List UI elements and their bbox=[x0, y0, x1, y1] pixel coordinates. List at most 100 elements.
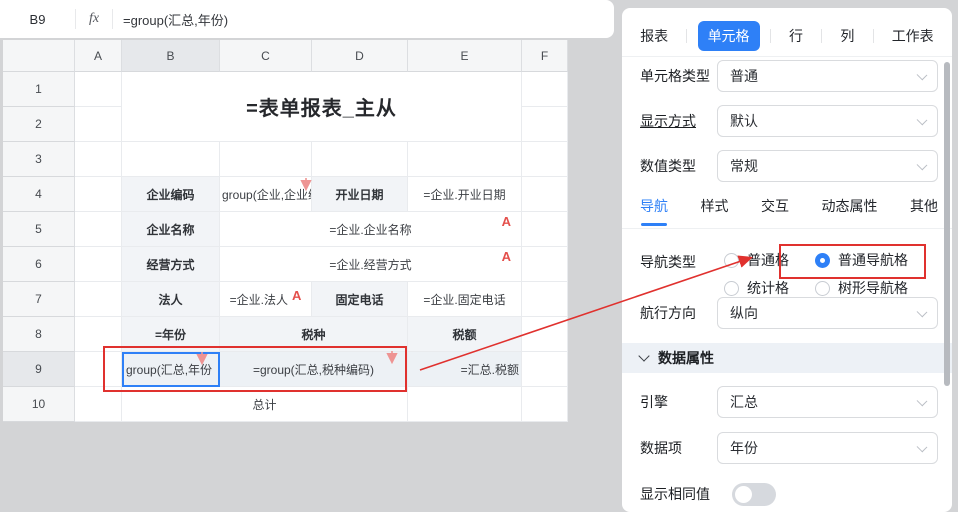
tab-column[interactable]: 列 bbox=[832, 21, 862, 51]
panel-scrollbar[interactable] bbox=[944, 62, 950, 386]
column-header-D[interactable]: D bbox=[312, 40, 408, 72]
divider bbox=[873, 29, 874, 43]
subtab-other[interactable]: 其他 bbox=[910, 196, 938, 218]
selected-value: 普通 bbox=[730, 66, 758, 86]
cell-B4[interactable]: 企业编码 bbox=[122, 177, 220, 212]
cell-C7[interactable]: =企业.法人A bbox=[220, 282, 312, 317]
radio-normal-nav-cell[interactable]: 普通导航格 bbox=[815, 250, 908, 270]
cell-F9[interactable] bbox=[522, 352, 568, 387]
radio-stat-cell[interactable]: 统计格 bbox=[724, 278, 815, 298]
value-type-select[interactable]: 常规 bbox=[717, 150, 938, 182]
nav-direction-select[interactable]: 纵向 bbox=[717, 297, 938, 329]
cell-E4[interactable]: =企业.开业日期 bbox=[408, 177, 522, 212]
cell-B10-merged[interactable]: 总计 bbox=[122, 387, 408, 422]
cell-A2[interactable] bbox=[75, 107, 122, 142]
cell-F4[interactable] bbox=[522, 177, 568, 212]
cell-A9[interactable] bbox=[75, 352, 122, 387]
data-item-select[interactable]: 年份 bbox=[717, 432, 938, 464]
subtab-interaction[interactable]: 交互 bbox=[761, 196, 789, 218]
subtab-navigation[interactable]: 导航 bbox=[640, 196, 668, 218]
row-header-2[interactable]: 2 bbox=[3, 107, 75, 142]
selected-value: 纵向 bbox=[730, 303, 758, 323]
row-header-1[interactable]: 1 bbox=[3, 72, 75, 107]
cell-A10[interactable] bbox=[75, 387, 122, 422]
cell-F3[interactable] bbox=[522, 142, 568, 177]
cell-F1[interactable] bbox=[522, 72, 568, 107]
column-header-B[interactable]: B bbox=[122, 40, 220, 72]
cell-B8[interactable]: =年份 bbox=[122, 317, 220, 352]
cell-reference-box[interactable]: B9 bbox=[0, 12, 75, 27]
radio-label: 普通格 bbox=[747, 250, 789, 270]
cell-A8[interactable] bbox=[75, 317, 122, 352]
cell-D4[interactable]: 开业日期 bbox=[312, 177, 408, 212]
cell-A6[interactable] bbox=[75, 247, 122, 282]
cell-A3[interactable] bbox=[75, 142, 122, 177]
engine-label: 引擎 bbox=[640, 392, 717, 412]
display-mode-label: 显示方式 bbox=[640, 111, 717, 131]
radio-icon bbox=[815, 281, 830, 296]
column-header-F[interactable]: F bbox=[522, 40, 568, 72]
cell-A7[interactable] bbox=[75, 282, 122, 317]
column-header-A[interactable]: A bbox=[75, 40, 122, 72]
row-header-10[interactable]: 10 bbox=[3, 387, 75, 422]
row-header-7[interactable]: 7 bbox=[3, 282, 75, 317]
cell-C3[interactable] bbox=[220, 142, 312, 177]
cell-B6[interactable]: 经营方式 bbox=[122, 247, 220, 282]
cell-E3[interactable] bbox=[408, 142, 522, 177]
cell-F5[interactable] bbox=[522, 212, 568, 247]
cell-type-select[interactable]: 普通 bbox=[717, 60, 938, 92]
cell-D7[interactable]: 固定电话 bbox=[312, 282, 408, 317]
data-item-row: 数据项 年份 bbox=[640, 432, 938, 464]
cell-A1[interactable] bbox=[75, 72, 122, 107]
cell-B7[interactable]: 法人 bbox=[122, 282, 220, 317]
cell-C6-merged[interactable]: =企业.经营方式A bbox=[220, 247, 522, 282]
show-same-value-toggle-off[interactable] bbox=[732, 483, 776, 506]
column-header-E[interactable]: E bbox=[408, 40, 522, 72]
column-header-C[interactable]: C bbox=[220, 40, 312, 72]
row-header-3[interactable]: 3 bbox=[3, 142, 75, 177]
cell-E10[interactable] bbox=[408, 387, 522, 422]
tab-report[interactable]: 报表 bbox=[632, 21, 676, 51]
chevron-down-icon bbox=[917, 115, 928, 126]
row-header-4[interactable]: 4 bbox=[3, 177, 75, 212]
row-header-8[interactable]: 8 bbox=[3, 317, 75, 352]
subtab-dynamic-props[interactable]: 动态属性 bbox=[822, 196, 878, 218]
fx-icon: fx bbox=[76, 11, 112, 27]
cell-E7[interactable]: =企业.固定电话 bbox=[408, 282, 522, 317]
cell-A4[interactable] bbox=[75, 177, 122, 212]
cell-C4[interactable]: group(企业,企业编 bbox=[220, 177, 312, 212]
cell-F2[interactable] bbox=[522, 107, 568, 142]
cell-D3[interactable] bbox=[312, 142, 408, 177]
cell-C9-merged[interactable]: =group(汇总,税种编码) bbox=[220, 352, 408, 387]
corner-select-all[interactable] bbox=[3, 40, 75, 72]
engine-select[interactable]: 汇总 bbox=[717, 386, 938, 418]
data-properties-section-header[interactable]: 数据属性 bbox=[622, 343, 952, 373]
row-header-9[interactable]: 9 bbox=[3, 352, 75, 387]
cell-F8[interactable] bbox=[522, 317, 568, 352]
cell-F6[interactable] bbox=[522, 247, 568, 282]
cell-A5[interactable] bbox=[75, 212, 122, 247]
cell-B1-merged-title[interactable]: =表单报表_主从 bbox=[122, 72, 522, 142]
radio-normal-cell[interactable]: 普通格 bbox=[724, 250, 815, 270]
subtab-style[interactable]: 样式 bbox=[701, 196, 729, 218]
row-header-6[interactable]: 6 bbox=[3, 247, 75, 282]
cell-C5-merged[interactable]: =企业.企业名称A bbox=[220, 212, 522, 247]
cell-B3[interactable] bbox=[122, 142, 220, 177]
cell-E9[interactable]: =汇总.税额 bbox=[408, 352, 522, 387]
radio-tree-nav-cell[interactable]: 树形导航格 bbox=[815, 278, 908, 298]
tab-worksheet[interactable]: 工作表 bbox=[884, 21, 942, 51]
cell-F7[interactable] bbox=[522, 282, 568, 317]
cell-E8[interactable]: 税额 bbox=[408, 317, 522, 352]
formula-input[interactable]: =group(汇总,年份) bbox=[113, 10, 228, 29]
cell-C8-merged[interactable]: 税种 bbox=[220, 317, 408, 352]
cell-B9-selected[interactable]: group(汇总,年份 bbox=[122, 352, 220, 387]
display-mode-select[interactable]: 默认 bbox=[717, 105, 938, 137]
cell-type-label: 单元格类型 bbox=[640, 66, 717, 86]
cell-F10[interactable] bbox=[522, 387, 568, 422]
tab-cell[interactable]: 单元格 bbox=[698, 21, 760, 51]
nav-direction-row: 航行方向 纵向 bbox=[640, 297, 938, 329]
divider bbox=[622, 56, 952, 57]
tab-row[interactable]: 行 bbox=[781, 21, 811, 51]
cell-B5[interactable]: 企业名称 bbox=[122, 212, 220, 247]
row-header-5[interactable]: 5 bbox=[3, 212, 75, 247]
